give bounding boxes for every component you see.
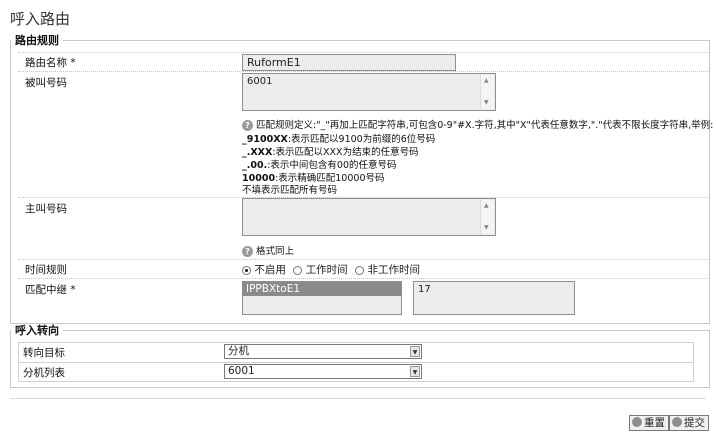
scroll-down-icon[interactable]: ▼ — [484, 100, 489, 106]
question-circle-icon: ? — [242, 120, 253, 131]
submit-button[interactable]: 提交 — [669, 415, 709, 431]
caller-number-textarea[interactable]: ▲ ▼ — [242, 198, 496, 236]
caller-number-help: ? 格式同上 — [242, 243, 294, 257]
chevron-down-icon[interactable]: ▼ — [410, 366, 420, 377]
help-line: _.XXX:表示匹配以XXX为结束的任意号码 — [242, 147, 419, 158]
time-rule-option-disabled[interactable]: 不启用 — [242, 262, 286, 277]
submit-check-icon — [672, 417, 682, 427]
radio-checked-icon[interactable] — [242, 265, 251, 275]
trunk-label: 匹配中继 * — [25, 284, 76, 296]
called-number-label: 被叫号码 — [25, 77, 67, 89]
radio-unchecked-icon[interactable] — [293, 265, 303, 275]
forward-target-select[interactable]: 分机 ▼ — [224, 344, 422, 359]
time-rule-option-off-hours[interactable]: 非工作时间 — [355, 262, 420, 277]
call-forward-legend: 呼入转向 — [15, 324, 59, 337]
forward-target-label: 转向目标 — [23, 347, 65, 359]
radio-unchecked-icon[interactable] — [355, 265, 365, 275]
row-divider — [18, 259, 710, 260]
help-line: 不填表示匹配所有号码 — [242, 185, 338, 196]
help-line: _.00.:表示中间包含有00的任意号码 — [242, 160, 397, 171]
extension-list-select[interactable]: 6001 ▼ — [224, 364, 422, 379]
page-title: 呼入路由 — [10, 10, 71, 28]
caller-number-label: 主叫号码 — [25, 203, 67, 215]
route-name-label: 路由名称 * — [25, 57, 76, 69]
row-divider — [18, 362, 694, 363]
route-name-input[interactable]: RuformE1 — [242, 54, 456, 71]
row-divider — [18, 278, 710, 279]
called-number-scrollbar[interactable]: ▲ ▼ — [480, 75, 494, 109]
time-rule-radio-group: 不启用 工作时间 非工作时间 — [242, 262, 424, 277]
row-divider — [18, 52, 710, 53]
row-divider — [18, 71, 710, 72]
route-rules-legend: 路由规则 — [15, 34, 59, 47]
help-line: _9100XX:表示匹配以9100为前缀的6位号码 — [242, 134, 436, 145]
called-number-value: 6001 — [247, 76, 273, 87]
called-number-textarea[interactable]: 6001 ▲ ▼ — [242, 73, 496, 111]
scroll-up-icon[interactable]: ▲ — [484, 203, 489, 209]
extension-list-label: 分机列表 — [23, 367, 65, 379]
scroll-down-icon[interactable]: ▼ — [484, 225, 489, 231]
reset-icon — [632, 417, 642, 427]
time-rule-option-work-hours[interactable]: 工作时间 — [293, 262, 348, 277]
chevron-down-icon[interactable]: ▼ — [410, 346, 420, 357]
called-number-help-intro: ? 匹配规则定义:"_"再加上匹配字符串,可包含0-9"#X.字符,其中"X"代表… — [242, 117, 713, 131]
time-rule-label: 时间规则 — [25, 264, 67, 276]
trunk-value-box[interactable]: 17 — [413, 281, 575, 315]
scroll-up-icon[interactable]: ▲ — [484, 78, 489, 84]
footer-divider — [10, 398, 706, 399]
question-circle-icon: ? — [242, 246, 253, 257]
caller-number-scrollbar[interactable]: ▲ ▼ — [480, 200, 494, 234]
trunk-option-selected[interactable]: IPPBXtoE1 — [243, 282, 401, 296]
reset-button[interactable]: 重置 — [629, 415, 669, 431]
trunk-listbox[interactable]: IPPBXtoE1 — [242, 281, 402, 315]
